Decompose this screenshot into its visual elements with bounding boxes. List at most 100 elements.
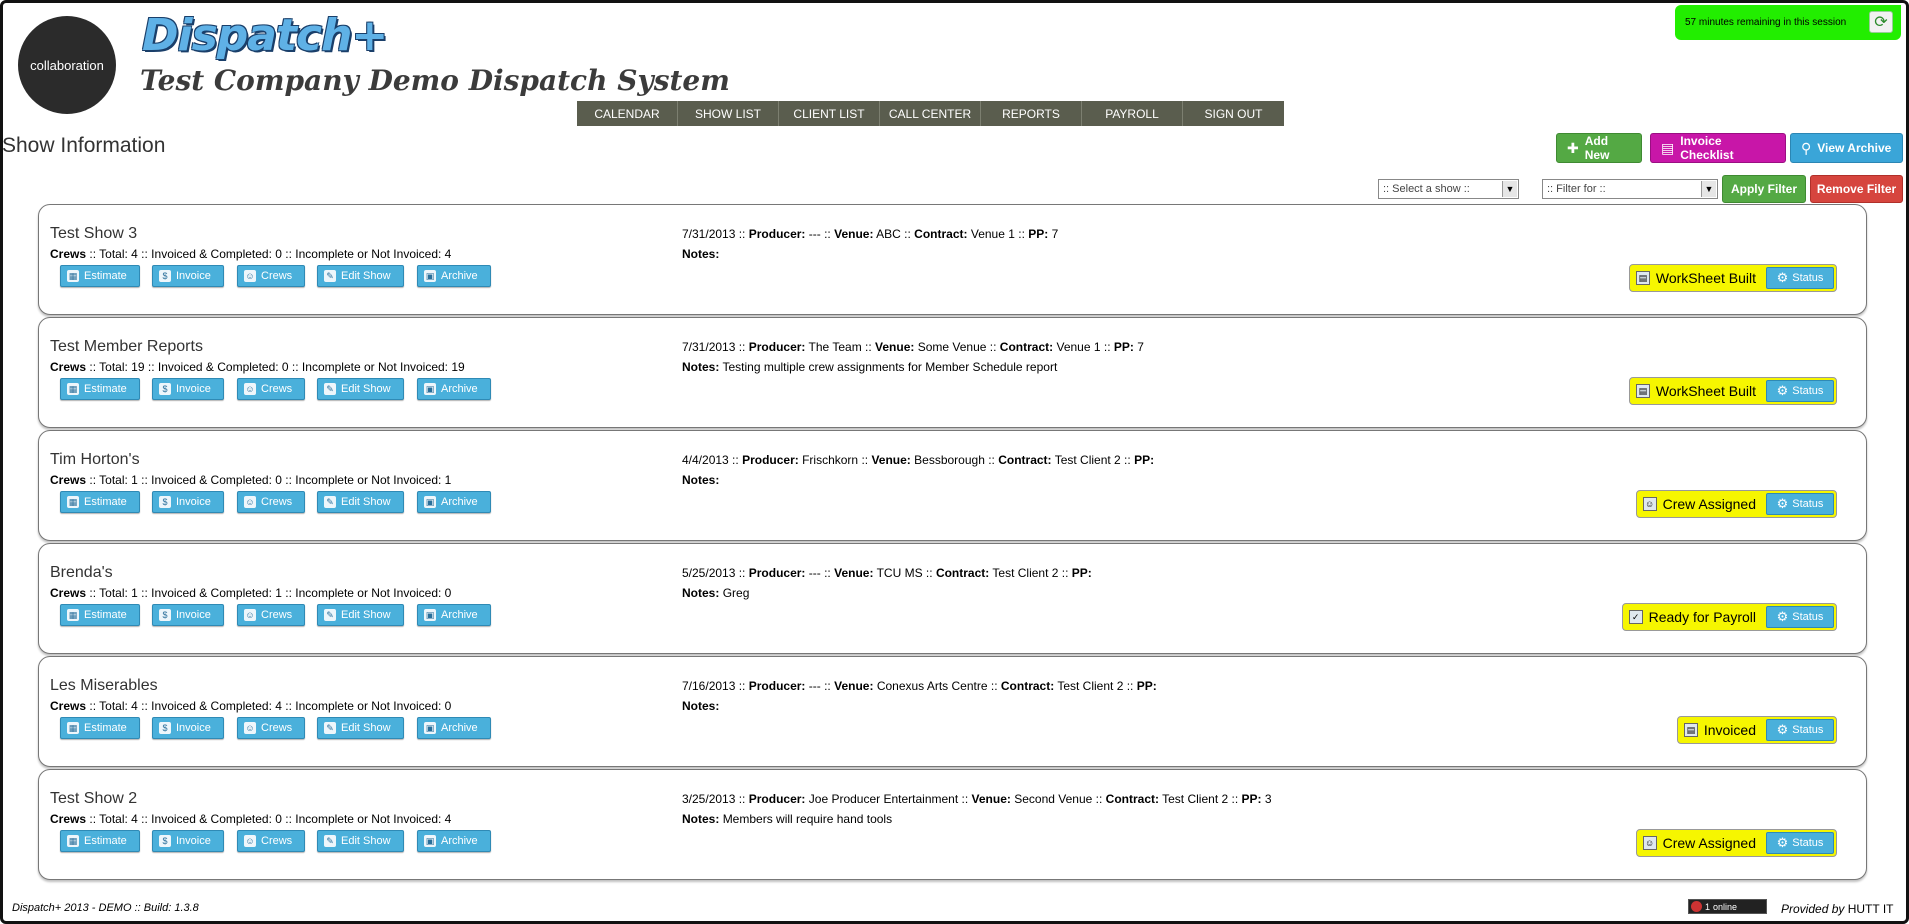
edit-show-button[interactable]: ✎ Edit Show <box>317 830 404 852</box>
estimate-button[interactable]: ▦ Estimate <box>60 604 140 626</box>
nav-calendar[interactable]: CALENDAR <box>577 101 678 126</box>
filter-value: :: Filter for :: <box>1547 183 1606 195</box>
edit-show-button[interactable]: ✎ Edit Show <box>317 491 404 513</box>
estimate-icon: ▦ <box>67 722 79 734</box>
edit-show-button[interactable]: ✎ Edit Show <box>317 717 404 739</box>
estimate-button[interactable]: ▦ Estimate <box>60 717 140 739</box>
invoice-checklist-button[interactable]: ▤ Invoice Checklist <box>1650 133 1786 163</box>
estimate-button[interactable]: ▦ Estimate <box>60 265 140 287</box>
notes-label: Notes: <box>682 586 720 600</box>
invoice-icon: $ <box>159 383 171 395</box>
status-button[interactable]: ⚙ Status <box>1766 493 1834 515</box>
archive-label: Archive <box>441 496 478 508</box>
edit-show-button[interactable]: ✎ Edit Show <box>317 378 404 400</box>
contract-label: Contract: <box>1000 679 1055 693</box>
status-button[interactable]: ⚙ Status <box>1766 719 1834 741</box>
select-show-dropdown[interactable]: :: Select a show :: ▼ <box>1378 179 1519 199</box>
invoice-button[interactable]: $ Invoice <box>152 265 224 287</box>
invoice-icon: $ <box>159 835 171 847</box>
online-label: online <box>1713 901 1738 912</box>
session-text: 57 minutes remaining in this session <box>1685 17 1847 28</box>
crews-summary: Crews :: Total: 19 :: Invoiced & Complet… <box>50 360 465 374</box>
notes-label: Notes: <box>682 247 720 261</box>
status-button[interactable]: ⚙ Status <box>1766 832 1834 854</box>
crews-label: Crews <box>50 812 87 826</box>
magnifier-icon: ⚲ <box>1801 139 1812 156</box>
status-button[interactable]: ⚙ Status <box>1766 606 1834 628</box>
nav-call-center[interactable]: CALL CENTER <box>880 101 981 126</box>
archive-button[interactable]: ▣ Archive <box>417 265 491 287</box>
pencil-icon: ✎ <box>324 722 336 734</box>
remove-filter-button[interactable]: Remove Filter <box>1810 175 1903 203</box>
provider-name[interactable]: HUTT IT <box>1848 902 1894 916</box>
nav-payroll[interactable]: PAYROLL <box>1082 101 1183 126</box>
show-card: Tim Horton's Crews :: Total: 1 :: Invoic… <box>38 430 1867 541</box>
crews-button[interactable]: ☺ Crews <box>237 265 305 287</box>
status-badge: ☺ Crew Assigned ⚙ Status <box>1635 829 1837 857</box>
filter-dropdown[interactable]: :: Filter for :: ▼ <box>1542 179 1718 199</box>
crews-button[interactable]: ☺ Crews <box>237 491 305 513</box>
invoice-button[interactable]: $ Invoice <box>152 604 224 626</box>
nav-client-list[interactable]: CLIENT LIST <box>779 101 880 126</box>
show-name: Test Show 2 <box>50 790 138 807</box>
show-date: 3/25/2013 <box>682 792 736 806</box>
crews-button[interactable]: ☺ Crews <box>237 830 305 852</box>
invoice-button[interactable]: $ Invoice <box>152 717 224 739</box>
show-notes: Notes: Greg <box>682 586 749 600</box>
invoice-doc-icon: ▤ <box>1683 723 1698 737</box>
estimate-button[interactable]: ▦ Estimate <box>60 830 140 852</box>
edit-show-button[interactable]: ✎ Edit Show <box>317 604 404 626</box>
pp-label: PP: <box>1134 453 1155 467</box>
status-button[interactable]: ⚙ Status <box>1766 380 1834 402</box>
edit-show-button[interactable]: ✎ Edit Show <box>317 265 404 287</box>
archive-button[interactable]: ▣ Archive <box>417 604 491 626</box>
apply-filter-button[interactable]: Apply Filter <box>1722 175 1806 203</box>
invoice-button[interactable]: $ Invoice <box>152 830 224 852</box>
show-notes: Notes: <box>682 699 719 713</box>
online-indicator-icon <box>1691 901 1702 912</box>
main-nav: CALENDAR SHOW LIST CLIENT LIST CALL CENT… <box>577 101 1284 126</box>
invoice-label: Invoice <box>176 383 211 395</box>
crews-summary: Crews :: Total: 1 :: Invoiced & Complete… <box>50 586 451 600</box>
status-button-label: Status <box>1792 272 1824 284</box>
contract-label: Contract: <box>998 453 1052 467</box>
estimate-button[interactable]: ▦ Estimate <box>60 491 140 513</box>
invoice-button[interactable]: $ Invoice <box>152 378 224 400</box>
nav-show-list[interactable]: SHOW LIST <box>678 101 779 126</box>
crews-button[interactable]: ☺ Crews <box>237 717 305 739</box>
view-archive-label: View Archive <box>1817 141 1892 155</box>
nav-reports[interactable]: REPORTS <box>981 101 1082 126</box>
producer-value: --- <box>808 566 821 580</box>
show-card: Test Show 3 Crews :: Total: 4 :: Invoice… <box>38 204 1867 315</box>
crews-summary: Crews :: Total: 4 :: Invoiced & Complete… <box>50 247 451 261</box>
status-button[interactable]: ⚙ Status <box>1766 267 1834 289</box>
show-card: Test Show 2 Crews :: Total: 4 :: Invoice… <box>38 769 1867 880</box>
add-new-button[interactable]: ✚ Add New <box>1556 133 1642 163</box>
producer-label: Producer: <box>742 453 799 467</box>
invoice-button[interactable]: $ Invoice <box>152 491 224 513</box>
estimate-button[interactable]: ▦ Estimate <box>60 378 140 400</box>
archive-button[interactable]: ▣ Archive <box>417 491 491 513</box>
venue-value: Second Venue <box>1014 792 1093 806</box>
crews-button[interactable]: ☺ Crews <box>237 378 305 400</box>
archive-button[interactable]: ▣ Archive <box>417 830 491 852</box>
show-notes: Notes: <box>682 247 719 261</box>
footer-build-info: Dispatch+ 2013 - DEMO :: Build: 1.3.8 <box>12 902 199 914</box>
invoice-checklist-label: Invoice Checklist <box>1680 134 1734 162</box>
view-archive-button[interactable]: ⚲ View Archive <box>1790 133 1903 163</box>
online-counter[interactable]: 1 online <box>1688 899 1767 914</box>
crews-summary: Crews :: Total: 1 :: Invoiced & Complete… <box>50 473 451 487</box>
crews-button[interactable]: ☺ Crews <box>237 604 305 626</box>
archive-button[interactable]: ▣ Archive <box>417 717 491 739</box>
refresh-session-icon[interactable]: ⟳ <box>1869 11 1893 33</box>
contract-value: Venue 1 <box>970 227 1015 241</box>
provided-by-label: Provided by <box>1781 902 1845 916</box>
estimate-label: Estimate <box>84 270 127 282</box>
gear-icon: ⚙ <box>1776 496 1789 511</box>
nav-sign-out[interactable]: SIGN OUT <box>1183 101 1284 126</box>
show-date: 5/25/2013 <box>682 566 736 580</box>
venue-label: Venue: <box>834 227 874 241</box>
estimate-icon: ▦ <box>67 496 79 508</box>
invoice-label: Invoice <box>176 270 211 282</box>
archive-button[interactable]: ▣ Archive <box>417 378 491 400</box>
